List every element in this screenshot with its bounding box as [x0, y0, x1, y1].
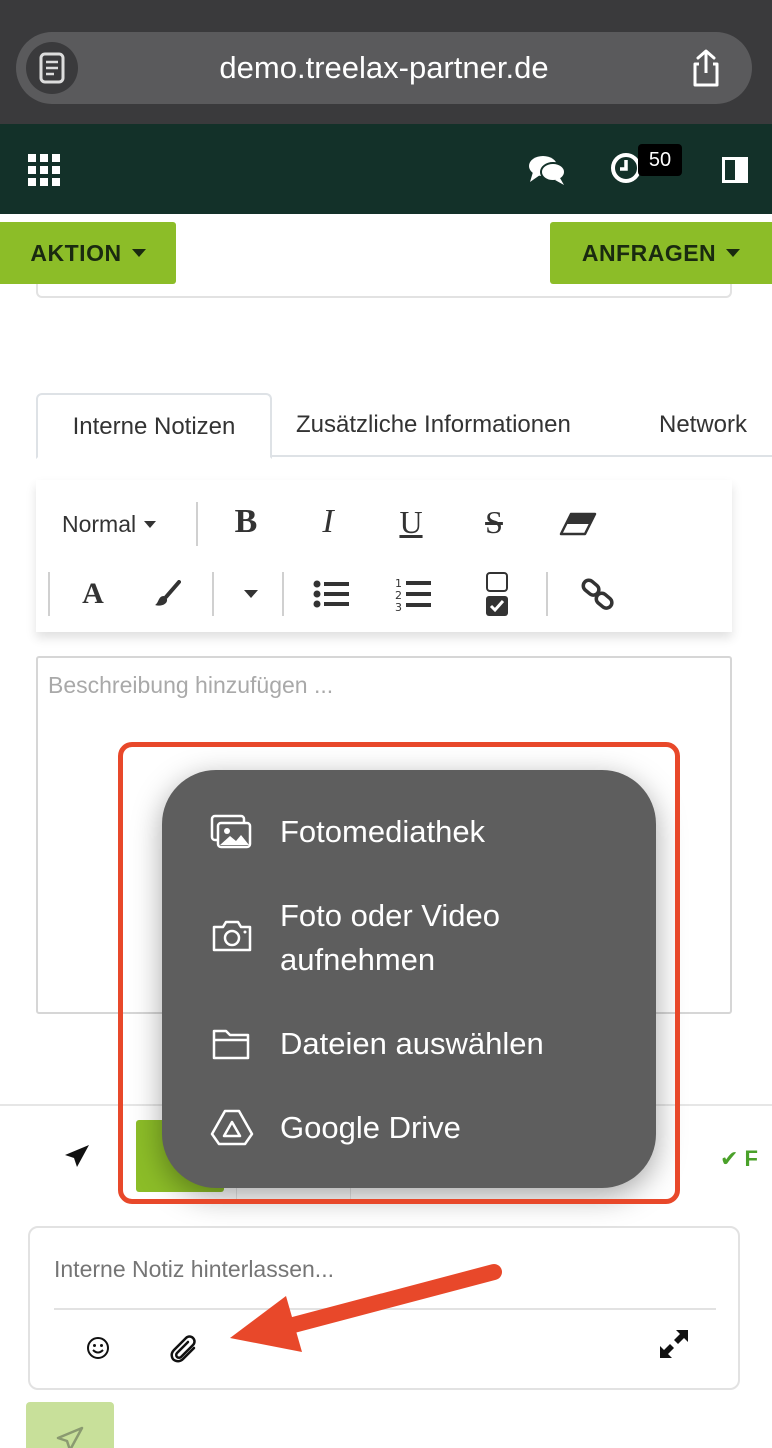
share-icon[interactable] [686, 48, 726, 88]
caret-down-icon [244, 590, 258, 598]
heading-format-value: Normal [62, 510, 137, 537]
toolbar-separator [196, 502, 198, 546]
eraser-icon[interactable] [556, 504, 600, 544]
paintbrush-icon[interactable] [150, 574, 184, 614]
bold-button[interactable]: B [226, 500, 266, 544]
action-row: AKTION ANFRAGEN [0, 214, 772, 288]
app-header: 50 [0, 124, 772, 214]
toolbar-separator [546, 572, 548, 616]
aktion-dropdown-button[interactable]: AKTION [0, 222, 176, 284]
url-text[interactable]: demo.treelax-partner.de [16, 32, 752, 104]
field-bottom-edge [36, 284, 732, 298]
annotation-highlight-frame [118, 742, 680, 1204]
expand-icon[interactable] [658, 1328, 690, 1365]
emoji-icon[interactable] [86, 1336, 110, 1365]
caret-down-icon [131, 249, 146, 257]
editor-toolbar: Normal B I U S A 123 [36, 480, 732, 632]
tab-network[interactable]: Network [659, 393, 747, 457]
side-panel-toggle-icon[interactable] [722, 157, 748, 188]
internal-note-input[interactable] [54, 1256, 716, 1283]
anfragen-dropdown-button[interactable]: ANFRAGEN [550, 222, 772, 284]
numbered-list-icon[interactable]: 123 [394, 572, 432, 616]
tab-zusaetzliche-informationen[interactable]: Zusätzliche Informationen [296, 393, 571, 457]
caret-down-icon [726, 249, 741, 257]
heading-format-select[interactable]: Normal [62, 502, 157, 546]
internal-note-composer [28, 1226, 740, 1390]
send-note-button[interactable] [26, 1402, 114, 1448]
anfragen-label: ANFRAGEN [581, 239, 717, 266]
text-color-button[interactable]: A [76, 572, 110, 616]
paper-plane-icon[interactable] [64, 1144, 90, 1173]
underline-button[interactable]: U [391, 500, 431, 544]
toolbar-separator [48, 572, 50, 616]
italic-button[interactable]: I [308, 500, 348, 544]
apps-grid-icon[interactable] [28, 154, 60, 191]
strikethrough-button[interactable]: S [474, 500, 514, 544]
bullet-list-icon[interactable] [312, 574, 350, 614]
tab-bar: Interne Notizen Zusätzliche Informatione… [36, 393, 772, 459]
checkmark-label[interactable]: ✔ F [720, 1146, 758, 1172]
description-placeholder: Beschreibung hinzufügen ... [48, 672, 334, 698]
browser-address-bar: demo.treelax-partner.de [0, 0, 772, 124]
checklist-icon[interactable] [482, 570, 512, 618]
toolbar-separator [282, 572, 284, 616]
chat-icon[interactable] [528, 154, 566, 191]
paperclip-icon[interactable] [168, 1332, 200, 1369]
note-divider [54, 1308, 716, 1310]
notification-badge[interactable]: 50 [638, 144, 682, 176]
toolbar-separator [212, 572, 214, 616]
link-icon[interactable] [578, 574, 618, 614]
url-field[interactable]: demo.treelax-partner.de [16, 32, 752, 104]
tab-interne-notizen[interactable]: Interne Notizen [36, 393, 272, 459]
svg-text:3: 3 [395, 601, 402, 612]
aktion-label: AKTION [30, 239, 122, 266]
caret-down-icon [144, 520, 157, 528]
color-dropdown-button[interactable] [236, 572, 266, 616]
